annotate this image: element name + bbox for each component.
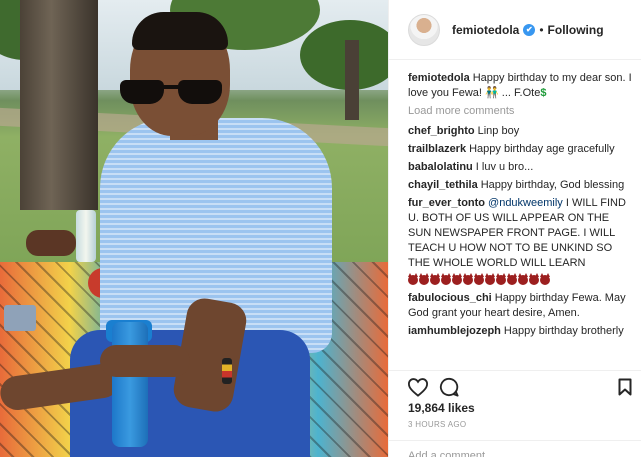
caption: femiotedola Happy birthday to my dear son… [408,71,634,101]
load-more-comments-button[interactable]: Load more comments [408,105,634,117]
add-comment-input[interactable]: Add a comment... [389,440,641,457]
comment-item: babalolatinu I luv u bro... [408,160,634,175]
devil-face-icon [441,273,451,286]
likes-count[interactable]: 19,864 likes [408,401,475,415]
comment-username[interactable]: iamhumblejozeph [408,325,501,337]
devil-face-icon [540,273,550,286]
devil-face-icon [419,273,429,286]
comment-username[interactable]: chayil_tethila [408,179,478,191]
action-bar [389,370,641,400]
devil-face-icon [463,273,473,286]
sunglasses-lens [178,80,222,104]
comment-item: chayil_tethila Happy birthday, God blessi… [408,178,634,193]
comment-item: fur_ever_tonto @ndukweemily I WILL FIND U… [408,196,634,288]
comment-item: iamhumblejozeph Happy birthday brotherly [408,324,634,339]
person-hair [132,12,228,50]
following-button[interactable]: Following [548,23,604,37]
header-separator: • [539,22,544,37]
comments-list[interactable]: femiotedola Happy birthday to my dear son… [389,60,641,370]
comment-mention-link[interactable]: @ndukweemily [488,197,563,209]
comment-item: trailblazerk Happy birthday age gracefull… [408,142,634,157]
devil-face-icon [507,273,517,286]
comment-username[interactable]: trailblazerk [408,143,466,155]
caption-emojis: 👬 [485,87,499,99]
devil-face-icon [485,273,495,286]
heart-icon[interactable] [407,377,429,397]
comment-username[interactable]: fur_ever_tonto [408,197,485,209]
comment-text: Linp boy [477,125,520,137]
post-timestamp[interactable]: 3 HOURS AGO [408,420,466,429]
caption-username[interactable]: femiotedola [408,72,470,84]
comment-username[interactable]: chef_brighto [408,125,475,137]
comment-text: Happy birthday, God blessing [480,179,625,191]
blue-bottle [112,322,148,447]
devil-face-icon [474,273,484,286]
sunglasses-bridge [164,85,178,89]
header-username[interactable]: femiotedola [452,23,519,37]
comment-username[interactable]: babalolatinu [408,161,473,173]
caption-tail: ... F.Ote [498,87,541,99]
comment-text: Happy birthday age gracefully [469,143,615,155]
person-hand [100,345,190,377]
bookmark-icon[interactable] [618,378,632,396]
devil-face-icon [529,273,539,286]
comment-item: chef_brighto Linp boy [408,124,634,139]
avatar[interactable] [408,13,440,46]
sunglasses-lens [120,80,164,104]
comment-bubble-icon[interactable] [439,377,459,397]
comment-text: I luv u bro... [475,161,534,173]
comment-username[interactable]: fabulocious_chi [408,292,492,304]
post-side-panel: femiotedola ✔ • Following femiotedola Hap… [388,0,641,457]
phone [4,305,36,331]
comment-item: fabulocious_chi Happy birthday Fewa. May … [408,291,634,321]
bracelet [222,358,232,384]
bag [26,230,76,256]
money-emoji: $ [540,87,547,99]
verified-badge-icon: ✔ [523,23,536,36]
tree-trunk [345,40,359,120]
sunglasses [120,80,222,104]
devil-face-icon [496,273,506,286]
post-header: femiotedola ✔ • Following [389,0,641,60]
comment-text: Happy birthday brotherly [503,325,624,337]
devil-face-icon [430,273,440,286]
tree-trunk [20,0,98,210]
water-bottle [76,210,96,262]
post-photo[interactable] [0,0,388,457]
devil-face-icon [518,273,528,286]
devil-face-icon [452,273,462,286]
devil-emoji-row [408,273,634,288]
devil-face-icon [408,273,418,286]
